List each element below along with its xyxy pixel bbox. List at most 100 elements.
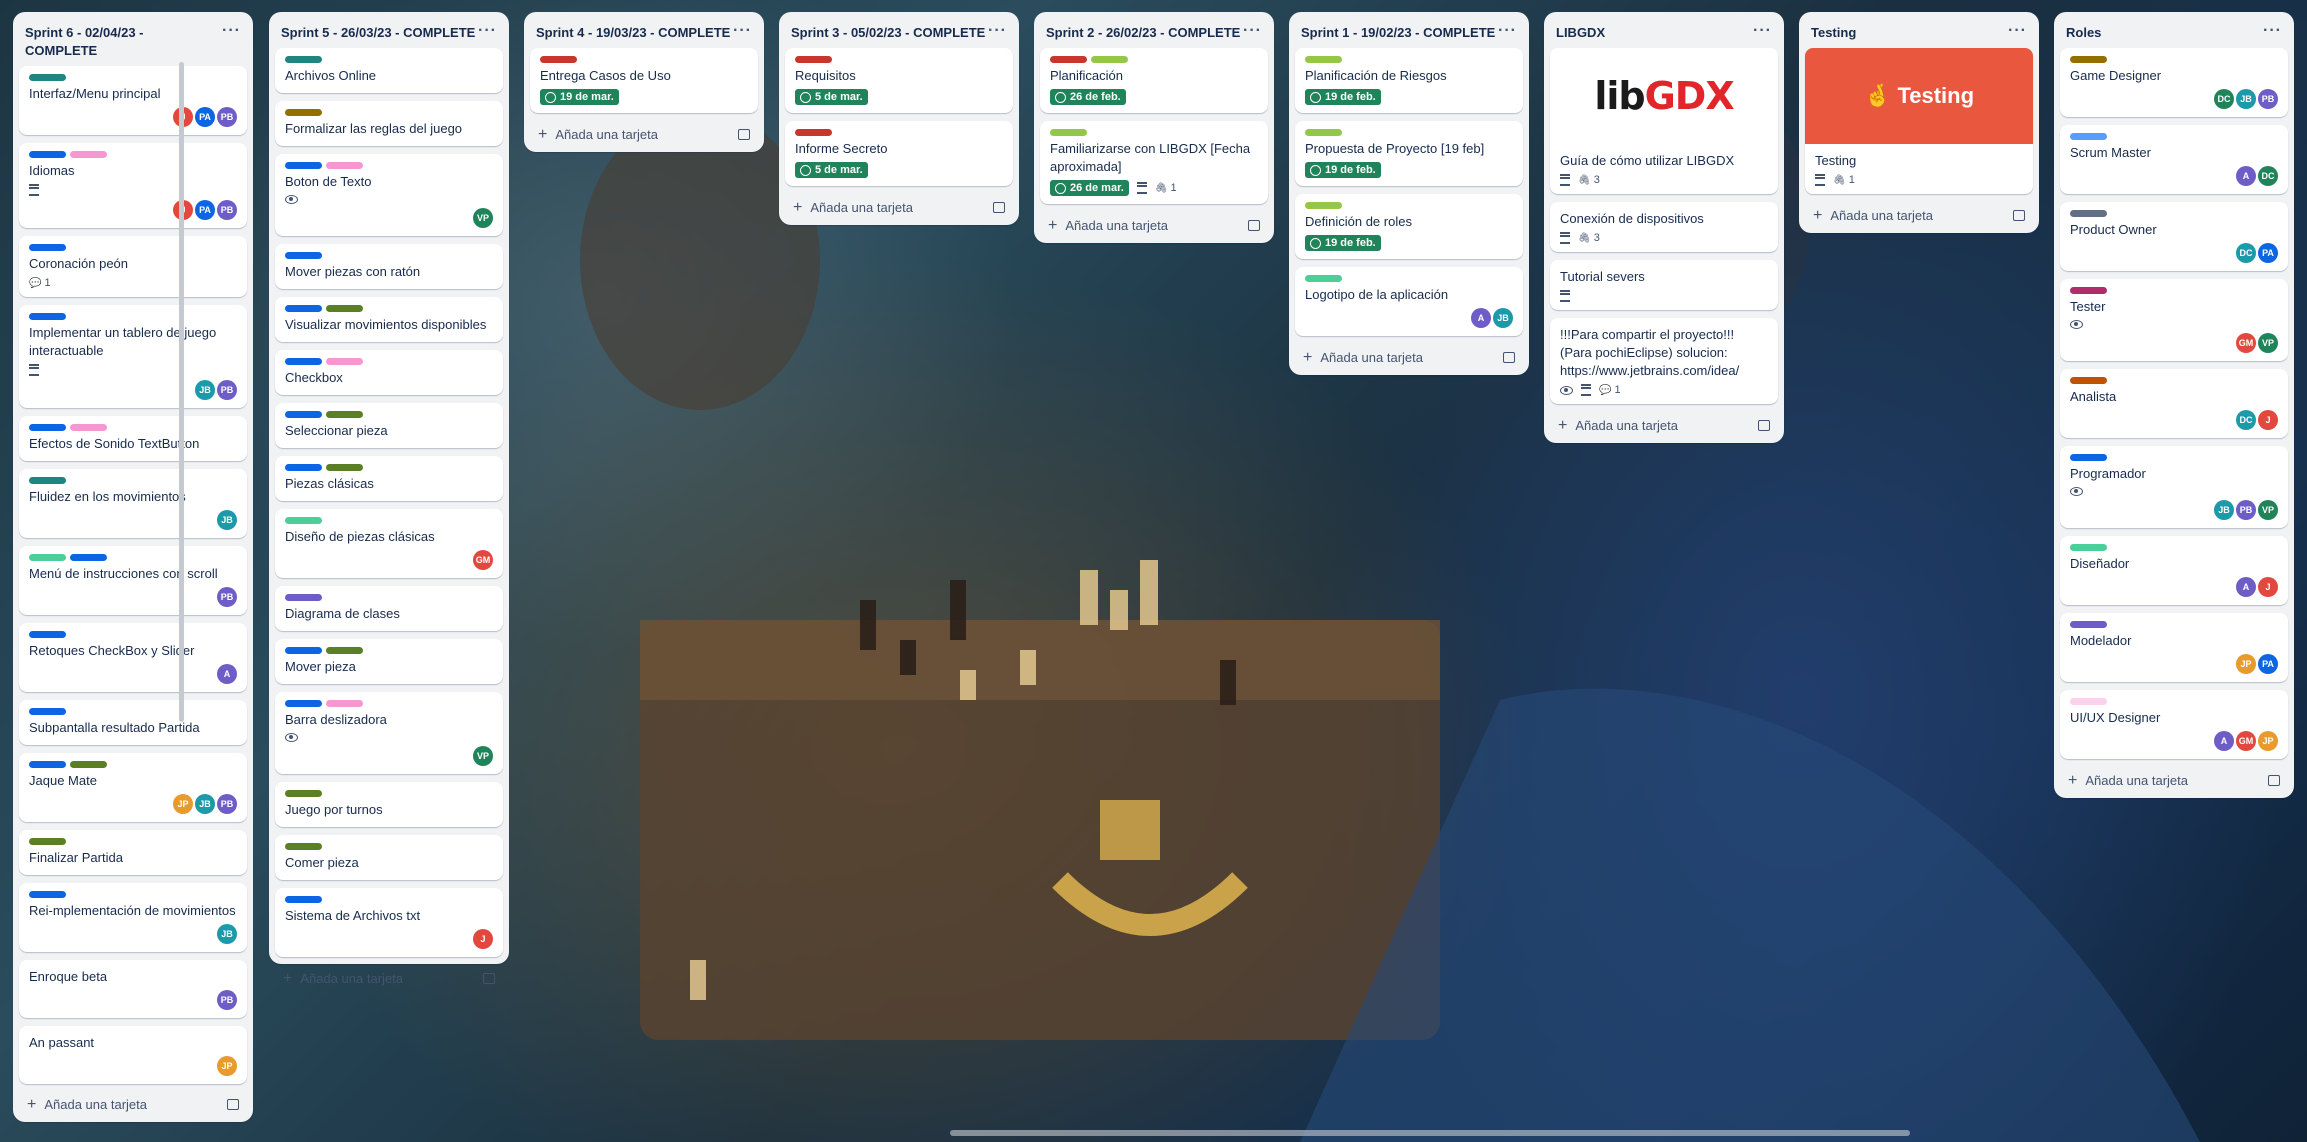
card-label[interactable] [285,305,322,312]
due-date-badge[interactable]: 19 de feb. [1305,89,1381,105]
card-label[interactable] [326,358,363,365]
avatar[interactable]: GM [473,550,493,570]
avatar[interactable]: GM [2236,333,2256,353]
card[interactable]: Tester GM VP [2060,279,2288,361]
card[interactable]: Archivos Online [275,48,503,93]
card[interactable]: UI/UX Designer A GM JP [2060,690,2288,759]
card[interactable]: 🤞 Testing Testing 🖇 1 [1805,48,2033,194]
card[interactable]: Analista DC J [2060,369,2288,438]
list-scrollbar[interactable] [179,62,184,722]
card[interactable]: Product Owner DC PA [2060,202,2288,271]
card[interactable]: Scrum Master A DC [2060,125,2288,194]
card[interactable]: Jaque Mate JP JB PB [19,753,247,822]
avatar[interactable]: DC [2214,89,2234,109]
avatar[interactable]: PB [217,794,237,814]
card-label[interactable] [29,631,66,638]
template-icon[interactable] [1248,220,1260,231]
card-label[interactable] [70,151,107,158]
template-icon[interactable] [2013,210,2025,221]
card[interactable]: Logotipo de la aplicación A JB [1295,267,1523,336]
card-label[interactable] [285,162,322,169]
card-label[interactable] [326,700,363,707]
card[interactable]: Diseñador A J [2060,536,2288,605]
add-card-button[interactable]: + Añada una tarjeta [1048,217,1168,233]
list-menu-button[interactable]: ··· [1753,23,1772,39]
avatar[interactable]: JB [2214,500,2234,520]
template-icon[interactable] [1758,420,1770,431]
card[interactable]: Propuesta de Proyecto [19 feb] 19 de feb. [1295,121,1523,186]
card-label[interactable] [326,647,363,654]
card-label[interactable] [70,424,107,431]
card-label[interactable] [2070,133,2107,140]
card-label[interactable] [1305,129,1342,136]
avatar[interactable]: A [217,664,237,684]
card[interactable]: Barra deslizadora VP [275,692,503,774]
card-label[interactable] [285,358,322,365]
card-label[interactable] [1050,56,1087,63]
card-label[interactable] [285,843,322,850]
card[interactable]: Piezas clásicas [275,456,503,501]
due-date-badge[interactable]: 26 de feb. [1050,89,1126,105]
card-label[interactable] [2070,621,2107,628]
avatar[interactable]: PB [217,107,237,127]
avatar[interactable]: PB [2236,500,2256,520]
due-date-badge[interactable]: 19 de mar. [540,89,619,105]
card-label[interactable] [285,464,322,471]
add-card-button[interactable]: + Añada una tarjeta [1303,349,1423,365]
card[interactable]: Mover piezas con ratón [275,244,503,289]
card[interactable]: !!!Para compartir el proyecto!!! (Para p… [1550,318,1778,404]
card-label[interactable] [29,891,66,898]
card-label[interactable] [2070,698,2107,705]
list-menu-button[interactable]: ··· [478,23,497,39]
card-label[interactable] [795,56,832,63]
avatar[interactable]: JP [2258,731,2278,751]
card[interactable]: Familiarizarse con LIBGDX [Fecha aproxim… [1040,121,1268,204]
card-label[interactable] [285,647,322,654]
avatar[interactable]: VP [2258,500,2278,520]
add-card-button[interactable]: + Añada una tarjeta [27,1096,147,1112]
card[interactable]: Definición de roles 19 de feb. [1295,194,1523,259]
avatar[interactable]: JB [1493,308,1513,328]
avatar[interactable]: J [2258,577,2278,597]
template-icon[interactable] [2268,775,2280,786]
card-label[interactable] [29,761,66,768]
due-date-badge[interactable]: 19 de feb. [1305,162,1381,178]
template-icon[interactable] [483,973,495,984]
template-icon[interactable] [1503,352,1515,363]
avatar[interactable]: GM [2236,731,2256,751]
card-label[interactable] [285,56,322,63]
card-label[interactable] [540,56,577,63]
due-date-badge[interactable]: 5 de mar. [795,162,868,178]
due-date-badge[interactable]: 26 de mar. [1050,180,1129,196]
card-label[interactable] [70,761,107,768]
add-card-button[interactable]: + Añada una tarjeta [283,970,403,986]
avatar[interactable]: PB [2258,89,2278,109]
template-icon[interactable] [738,129,750,140]
avatar[interactable]: PB [217,380,237,400]
card[interactable]: Retoques CheckBox y Slider A [19,623,247,692]
card[interactable]: Mover pieza [275,639,503,684]
card[interactable]: Diseño de piezas clásicas GM [275,509,503,578]
card-label[interactable] [285,517,322,524]
avatar[interactable]: A [2236,577,2256,597]
add-card-button[interactable]: + Añada una tarjeta [793,199,913,215]
card-label[interactable] [2070,210,2107,217]
avatar[interactable]: DC [2258,166,2278,186]
list-menu-button[interactable]: ··· [222,23,241,39]
card-label[interactable] [29,554,66,561]
list-menu-button[interactable]: ··· [2008,23,2027,39]
card[interactable]: Diagrama de clases [275,586,503,631]
card-label[interactable] [2070,544,2107,551]
avatar[interactable]: JP [217,1056,237,1076]
card-label[interactable] [29,708,66,715]
card[interactable]: Seleccionar pieza [275,403,503,448]
card[interactable]: Rei-mplementación de movimientos JB [19,883,247,952]
card[interactable]: Subpantalla resultado Partida [19,700,247,745]
card-label[interactable] [1305,275,1342,282]
card-label[interactable] [29,477,66,484]
card-label[interactable] [1050,129,1087,136]
card-label[interactable] [29,244,66,251]
card[interactable]: Enroque beta PB [19,960,247,1018]
card[interactable]: Planificación 26 de feb. [1040,48,1268,113]
card[interactable]: Coronación peón 💬 1 [19,236,247,297]
